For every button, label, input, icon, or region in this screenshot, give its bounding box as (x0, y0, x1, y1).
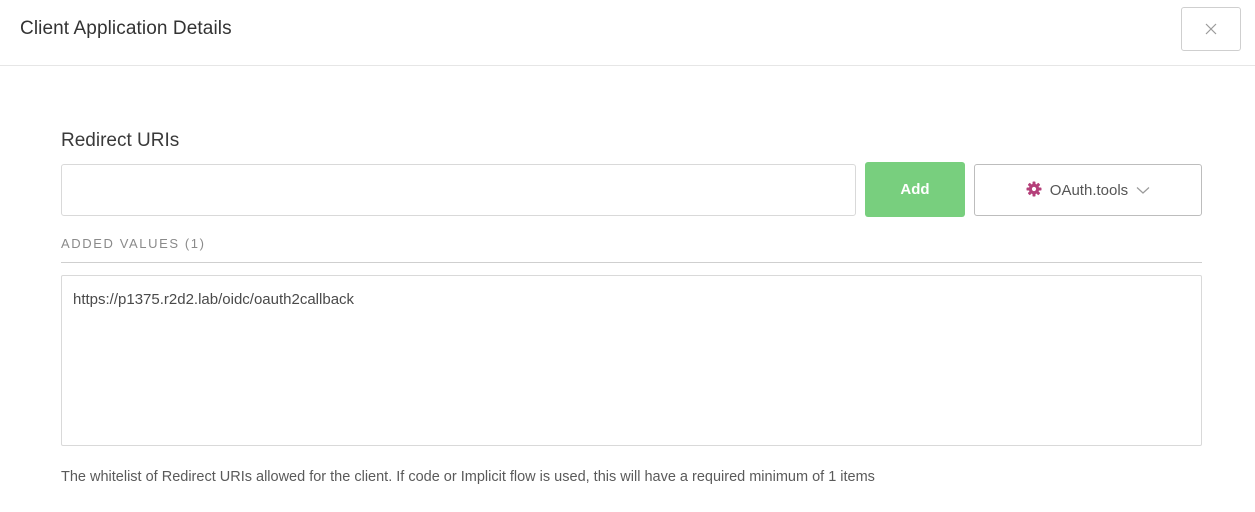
oauth-tools-button[interactable]: OAuth.tools (974, 164, 1202, 216)
dialog-title: Client Application Details (20, 18, 232, 39)
redirect-uris-label: Redirect URIs (61, 130, 180, 151)
close-icon (1205, 23, 1217, 35)
gear-icon (1026, 181, 1042, 200)
oauth-tools-label: OAuth.tools (1049, 181, 1129, 199)
added-values-label: ADDED VALUES (1) (61, 236, 206, 251)
chevron-down-icon (1136, 183, 1150, 198)
added-values-list: https://p1375.r2d2.lab/oidc/oauth2callba… (61, 275, 1202, 446)
divider (61, 262, 1202, 263)
add-button[interactable]: Add (865, 162, 965, 217)
close-button[interactable] (1181, 7, 1241, 51)
redirect-uri-input[interactable] (61, 164, 856, 216)
list-item[interactable]: https://p1375.r2d2.lab/oidc/oauth2callba… (73, 291, 1190, 308)
client-application-details-dialog: Client Application Details Redirect URIs… (0, 0, 1255, 512)
dialog-header: Client Application Details (0, 0, 1255, 66)
help-text: The whitelist of Redirect URIs allowed f… (61, 469, 875, 485)
